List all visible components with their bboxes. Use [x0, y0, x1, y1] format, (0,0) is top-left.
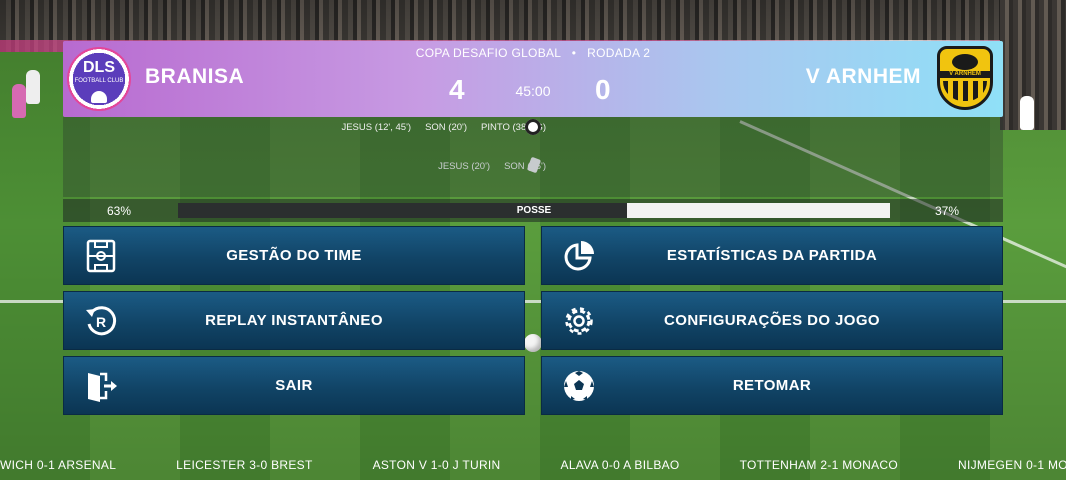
team-management-label: GESTÃO DO TIME	[226, 247, 362, 264]
match-events: JESUS (12', 45') SON (20') PINTO (38'OG)…	[63, 117, 1003, 197]
home-team-crest: DLS FOOTBALL CLUB	[67, 47, 131, 111]
home-score: 4	[449, 74, 465, 105]
instant-replay-button[interactable]: R REPLAY INSTANTÂNEO	[63, 291, 525, 350]
gear-icon	[565, 307, 593, 335]
away-crest-text: V ARNHEM	[940, 71, 990, 78]
team-management-button[interactable]: GESTÃO DO TIME	[63, 226, 525, 285]
crest-ball-icon	[91, 91, 107, 103]
match-stats-label: ESTATÍSTICAS DA PARTIDA	[666, 247, 878, 264]
home-possession: 63%	[107, 204, 132, 218]
possession-bar: 63% POSSE 37%	[63, 199, 1003, 222]
resume-button[interactable]: RETOMAR	[541, 356, 1003, 415]
game-settings-button[interactable]: CONFIGURAÇÕES DO JOGO	[541, 291, 1003, 350]
home-goal-scorers: JESUS (12', 45') SON (20') PINTO (38'OG)	[341, 122, 546, 133]
ticker-result: NIJMEGEN 0-1 MONTPE	[958, 457, 1066, 472]
quit-label: SAIR	[275, 377, 313, 394]
ticker-result: ASTON V 1-0 J TURIN	[372, 457, 501, 472]
game-settings-label: CONFIGURAÇÕES DO JOGO	[664, 312, 880, 329]
home-crest-subtext: FOOTBALL CLUB	[74, 78, 124, 84]
exit-door-icon	[88, 372, 117, 402]
crest-ball-icon	[952, 54, 978, 70]
home-team-name: BRANISA	[145, 65, 245, 88]
card-event: JESUS (20')	[438, 161, 491, 172]
results-ticker: WICH 0-1 ARSENAL LEICESTER 3-0 BREST AST…	[0, 449, 1066, 480]
ticker-result: LEICESTER 3-0 BREST	[176, 457, 313, 472]
possession-label: POSSE	[516, 205, 552, 216]
match-clock: 45:00	[515, 83, 551, 99]
pitch-formation-icon	[86, 239, 116, 273]
away-team-crest: V ARNHEM	[937, 46, 993, 110]
match-ball	[524, 334, 542, 352]
instant-replay-label: REPLAY INSTANTÂNEO	[205, 312, 383, 329]
replay-icon: R	[86, 306, 117, 336]
crest-stripes	[943, 81, 987, 101]
goal-event: JESUS (12', 45')	[341, 122, 412, 133]
resume-label: RETOMAR	[732, 377, 812, 394]
svg-text:R: R	[96, 314, 106, 330]
match-stats-button[interactable]: ESTATÍSTICAS DA PARTIDA	[541, 226, 1003, 285]
away-team-name: V ARNHEM	[805, 65, 921, 88]
round-label: RODADA 2	[587, 46, 651, 60]
player	[26, 70, 40, 104]
player	[1020, 96, 1034, 130]
possession-track: POSSE	[178, 203, 890, 218]
competition-separator: •	[571, 46, 577, 60]
competition-name: COPA DESAFIO GLOBAL	[415, 46, 561, 60]
ticker-result: TOTTENHAM 2-1 MONACO	[739, 457, 899, 472]
scoreboard: COPA DESAFIO GLOBAL • RODADA 2 DLS FOOTB…	[63, 41, 1003, 117]
player	[12, 84, 26, 118]
ticker-result: ALAVA 0-0 A BILBAO	[560, 457, 680, 472]
quit-button[interactable]: SAIR	[63, 356, 525, 415]
home-crest-text: DLS	[83, 59, 115, 76]
away-possession: 37%	[934, 204, 959, 218]
away-score: 0	[595, 74, 611, 105]
goal-event: SON (20')	[425, 122, 468, 133]
football-icon	[564, 371, 594, 401]
competition-info: COPA DESAFIO GLOBAL • RODADA 2	[63, 46, 1003, 60]
ticker-result: WICH 0-1 ARSENAL	[0, 457, 117, 472]
pie-chart-icon	[564, 241, 594, 271]
goal-ball-icon	[525, 119, 541, 135]
